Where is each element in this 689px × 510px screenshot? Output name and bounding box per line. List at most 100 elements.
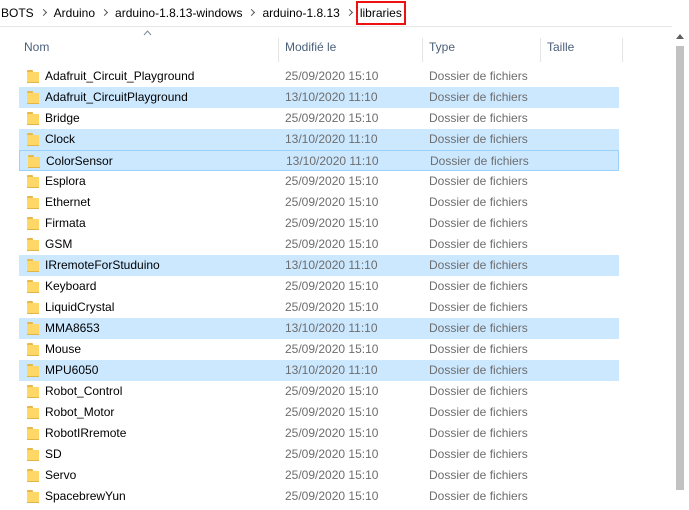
row-type: Dossier de fichiers (429, 90, 528, 104)
row-modified-date: 25/09/2020 15:10 (285, 300, 379, 314)
table-row[interactable]: Ethernet 25/09/2020 15:10 Dossier de fichi… (19, 192, 619, 213)
folder-icon (27, 175, 39, 188)
folder-icon (27, 112, 39, 125)
row-type: Dossier de fichiers (429, 279, 528, 293)
table-row[interactable]: Adafruit_CircuitPlayground 13/10/2020 11:… (19, 87, 619, 108)
row-name: Bridge (45, 111, 80, 125)
table-row[interactable]: Keyboard 25/09/2020 15:10 Dossier de fichi… (19, 276, 619, 297)
row-type: Dossier de fichiers (429, 363, 528, 377)
table-row[interactable]: Robot_Motor 25/09/2020 15:10 Dossier de fi… (19, 402, 619, 423)
column-header-name[interactable]: Nom (18, 26, 278, 68)
table-row[interactable]: IRremoteForStuduino 13/10/2020 11:10 Dossi… (19, 255, 619, 276)
row-modified-date: 25/09/2020 15:10 (285, 216, 379, 230)
folder-icon (27, 91, 39, 104)
table-row[interactable]: Clock 13/10/2020 11:10 Dossier de fichiers (19, 129, 619, 150)
table-row[interactable]: MPU6050 13/10/2020 11:10 Dossier de fichie… (19, 360, 619, 381)
folder-icon (27, 469, 39, 482)
breadcrumb-item-libraries[interactable]: libraries (355, 1, 406, 25)
row-name: Robot_Control (45, 384, 123, 398)
folder-icon (27, 364, 39, 377)
folder-icon (27, 259, 39, 272)
column-header-modified[interactable]: Modifié le (279, 26, 422, 68)
table-row[interactable]: ColorSensor 13/10/2020 11:10 Dossier de fi… (19, 150, 619, 171)
folder-icon (27, 343, 39, 356)
chevron-right-icon[interactable] (344, 0, 356, 26)
row-modified-date: 25/09/2020 15:10 (285, 111, 379, 125)
table-row[interactable]: Robot_Control 25/09/2020 15:10 Dossier de … (19, 381, 619, 402)
scrollbar-thumb[interactable] (676, 46, 684, 490)
table-row[interactable]: SD 25/09/2020 15:10 Dossier de fichiers (19, 444, 619, 465)
column-divider[interactable] (622, 38, 623, 62)
row-type: Dossier de fichiers (429, 132, 528, 146)
row-name: Firmata (45, 216, 86, 230)
row-modified-date: 25/09/2020 15:10 (285, 342, 379, 356)
row-modified-date: 13/10/2020 11:10 (285, 132, 378, 146)
row-modified-date: 25/09/2020 15:10 (285, 489, 379, 503)
folder-icon (27, 301, 39, 314)
table-row[interactable]: GSM 25/09/2020 15:10 Dossier de fichiers (19, 234, 619, 255)
row-type: Dossier de fichiers (429, 216, 528, 230)
row-modified-date: 13/10/2020 11:10 (286, 154, 379, 168)
row-name: Adafruit_Circuit_Playground (45, 69, 195, 83)
row-name: Esplora (45, 174, 86, 188)
folder-icon (27, 490, 39, 503)
table-row[interactable]: Firmata 25/09/2020 15:10 Dossier de fichie… (19, 213, 619, 234)
row-modified-date: 25/09/2020 15:10 (285, 405, 379, 419)
row-name: Ethernet (45, 195, 91, 209)
row-type: Dossier de fichiers (429, 489, 528, 503)
row-name: IRremoteForStuduino (45, 258, 160, 272)
folder-icon (27, 133, 39, 146)
row-type: Dossier de fichiers (429, 69, 528, 83)
row-type: Dossier de fichiers (429, 174, 528, 188)
table-row[interactable]: RobotIRremote 25/09/2020 15:10 Dossier de … (19, 423, 619, 444)
folder-icon (27, 280, 39, 293)
row-modified-date: 25/09/2020 15:10 (285, 174, 379, 188)
row-name: Robot_Motor (45, 405, 115, 419)
row-modified-date: 13/10/2020 11:10 (285, 321, 378, 335)
table-row[interactable]: Servo 25/09/2020 15:10 Dossier de fichiers (19, 465, 619, 486)
row-type: Dossier de fichiers (429, 468, 528, 482)
breadcrumb-item-arduino-windows[interactable]: arduino-1.8.13-windows (111, 0, 246, 26)
folder-icon (27, 70, 39, 83)
breadcrumb-item-arduino[interactable]: Arduino (50, 0, 99, 26)
row-type: Dossier de fichiers (429, 195, 528, 209)
table-row[interactable]: Esplora 25/09/2020 15:10 Dossier de fichie… (19, 171, 619, 192)
row-modified-date: 25/09/2020 15:10 (285, 279, 379, 293)
column-header-type[interactable]: Type (423, 26, 540, 68)
chevron-right-icon[interactable] (99, 0, 111, 26)
table-row[interactable]: MMA8653 13/10/2020 11:10 Dossier de fichie… (19, 318, 619, 339)
row-type: Dossier de fichiers (429, 426, 528, 440)
row-type: Dossier de fichiers (429, 384, 528, 398)
row-name: Adafruit_CircuitPlayground (45, 90, 188, 104)
column-header-size[interactable]: Taille (541, 26, 622, 68)
row-modified-date: 25/09/2020 15:10 (285, 426, 379, 440)
table-row[interactable]: Mouse 25/09/2020 15:10 Dossier de fichiers (19, 339, 619, 360)
folder-icon (27, 238, 39, 251)
folder-icon (27, 427, 39, 440)
row-modified-date: 25/09/2020 15:10 (285, 384, 379, 398)
row-name: ColorSensor (46, 154, 113, 168)
breadcrumb: BOTS Arduino arduino-1.8.13-windows ardu… (0, 0, 689, 27)
folder-icon (27, 217, 39, 230)
row-name: Clock (45, 132, 76, 146)
row-type: Dossier de fichiers (429, 342, 528, 356)
row-modified-date: 25/09/2020 15:10 (285, 468, 379, 482)
row-modified-date: 25/09/2020 15:10 (285, 69, 379, 83)
table-row[interactable]: LiquidCrystal 25/09/2020 15:10 Dossier de … (19, 297, 619, 318)
row-name: MPU6050 (45, 363, 99, 377)
row-type: Dossier de fichiers (429, 405, 528, 419)
row-name: GSM (45, 237, 73, 251)
chevron-right-icon[interactable] (246, 0, 258, 26)
breadcrumb-item-bots[interactable]: BOTS (0, 0, 38, 26)
chevron-right-icon[interactable] (38, 0, 50, 26)
table-row[interactable]: Bridge 25/09/2020 15:10 Dossier de fichier… (19, 108, 619, 129)
table-row[interactable]: SpacebrewYun 25/09/2020 15:10 Dossier de f… (19, 486, 619, 507)
row-type: Dossier de fichiers (429, 321, 528, 335)
folder-icon (27, 196, 39, 209)
row-modified-date: 13/10/2020 11:10 (285, 363, 378, 377)
row-modified-date: 25/09/2020 15:10 (285, 447, 379, 461)
breadcrumb-item-arduino-version[interactable]: arduino-1.8.13 (258, 0, 343, 26)
scroll-up-arrow-icon[interactable] (676, 34, 684, 39)
row-name: LiquidCrystal (45, 300, 115, 314)
table-row[interactable]: Adafruit_Circuit_Playground 25/09/2020 15… (19, 66, 619, 87)
